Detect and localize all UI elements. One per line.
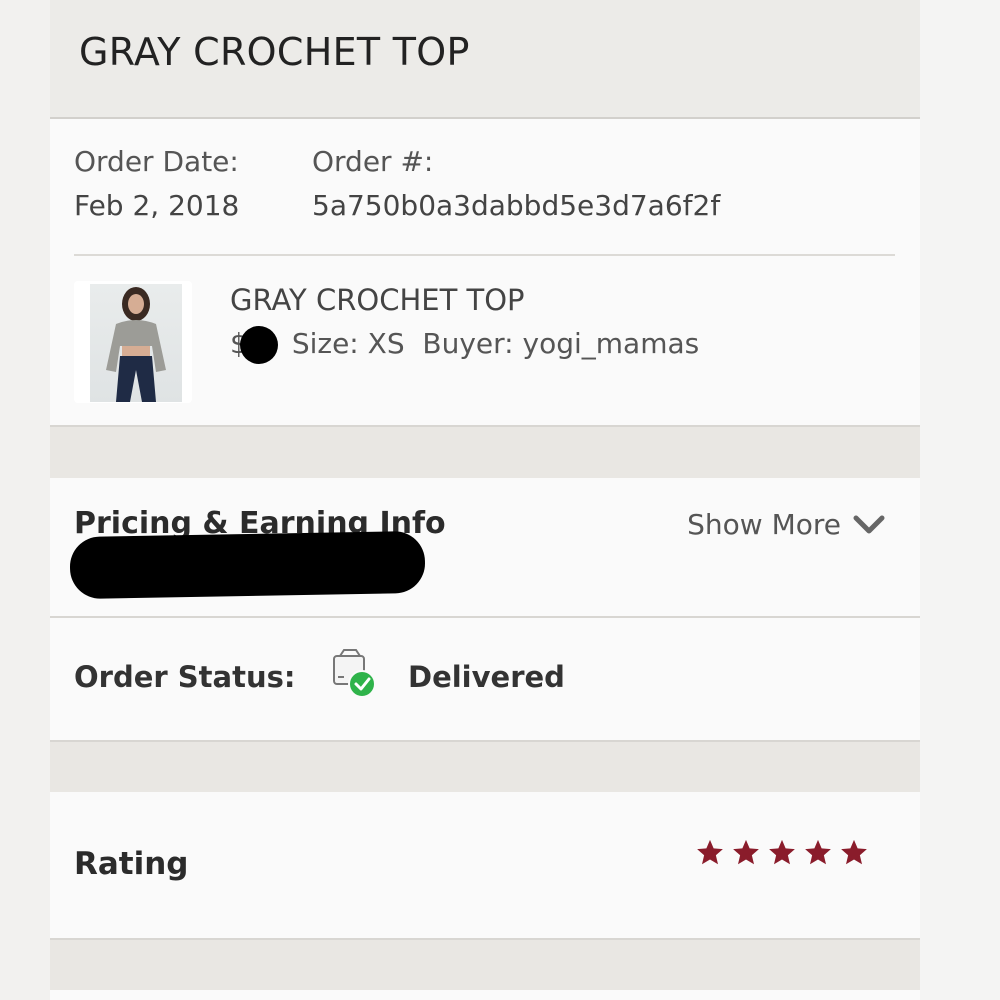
star-icon [841, 839, 867, 865]
rating-card: Rating [50, 792, 920, 940]
order-summary-card: Order Date: Feb 2, 2018 Order #: 5a750b0… [50, 119, 920, 427]
order-details-screen: GRAY CROCHET TOP Order Date: Feb 2, 2018… [50, 0, 920, 1000]
page-header: GRAY CROCHET TOP [50, 0, 920, 119]
pricing-card: Pricing & Earning Info Show More [50, 478, 920, 618]
package-delivered-icon [333, 649, 376, 698]
show-more-label: Show More [687, 508, 841, 541]
order-status-card: Order Status: Delivered [50, 618, 920, 742]
redaction-mark [239, 326, 278, 364]
divider [74, 254, 895, 256]
next-card-edge [50, 990, 920, 1000]
redaction-bar [69, 530, 426, 600]
item-meta: $ Size: XS Buyer: yogi_mamas [230, 326, 699, 364]
star-icon [697, 839, 723, 865]
item-buyer[interactable]: Buyer: yogi_mamas [422, 327, 699, 360]
star-icon [769, 839, 795, 865]
star-icon [733, 839, 759, 865]
item-thumbnail[interactable] [74, 281, 192, 403]
order-number-value: 5a750b0a3dabbd5e3d7a6f2f [312, 189, 721, 222]
product-photo [90, 284, 182, 402]
order-status-value: Delivered [408, 660, 565, 694]
item-size: Size: XS [291, 327, 405, 360]
rating-stars [695, 838, 869, 868]
chevron-down-icon [853, 515, 885, 533]
star-icon [805, 839, 831, 865]
order-date-label: Order Date: [74, 145, 239, 178]
order-date-value: Feb 2, 2018 [74, 189, 240, 222]
order-number-label: Order #: [312, 145, 434, 178]
order-status-label: Order Status: [74, 660, 296, 694]
show-more-button[interactable]: Show More [687, 508, 885, 541]
page-title: GRAY CROCHET TOP [79, 30, 470, 74]
right-margin [920, 0, 1000, 1000]
rating-label: Rating [74, 846, 189, 882]
item-title[interactable]: GRAY CROCHET TOP [230, 283, 525, 317]
